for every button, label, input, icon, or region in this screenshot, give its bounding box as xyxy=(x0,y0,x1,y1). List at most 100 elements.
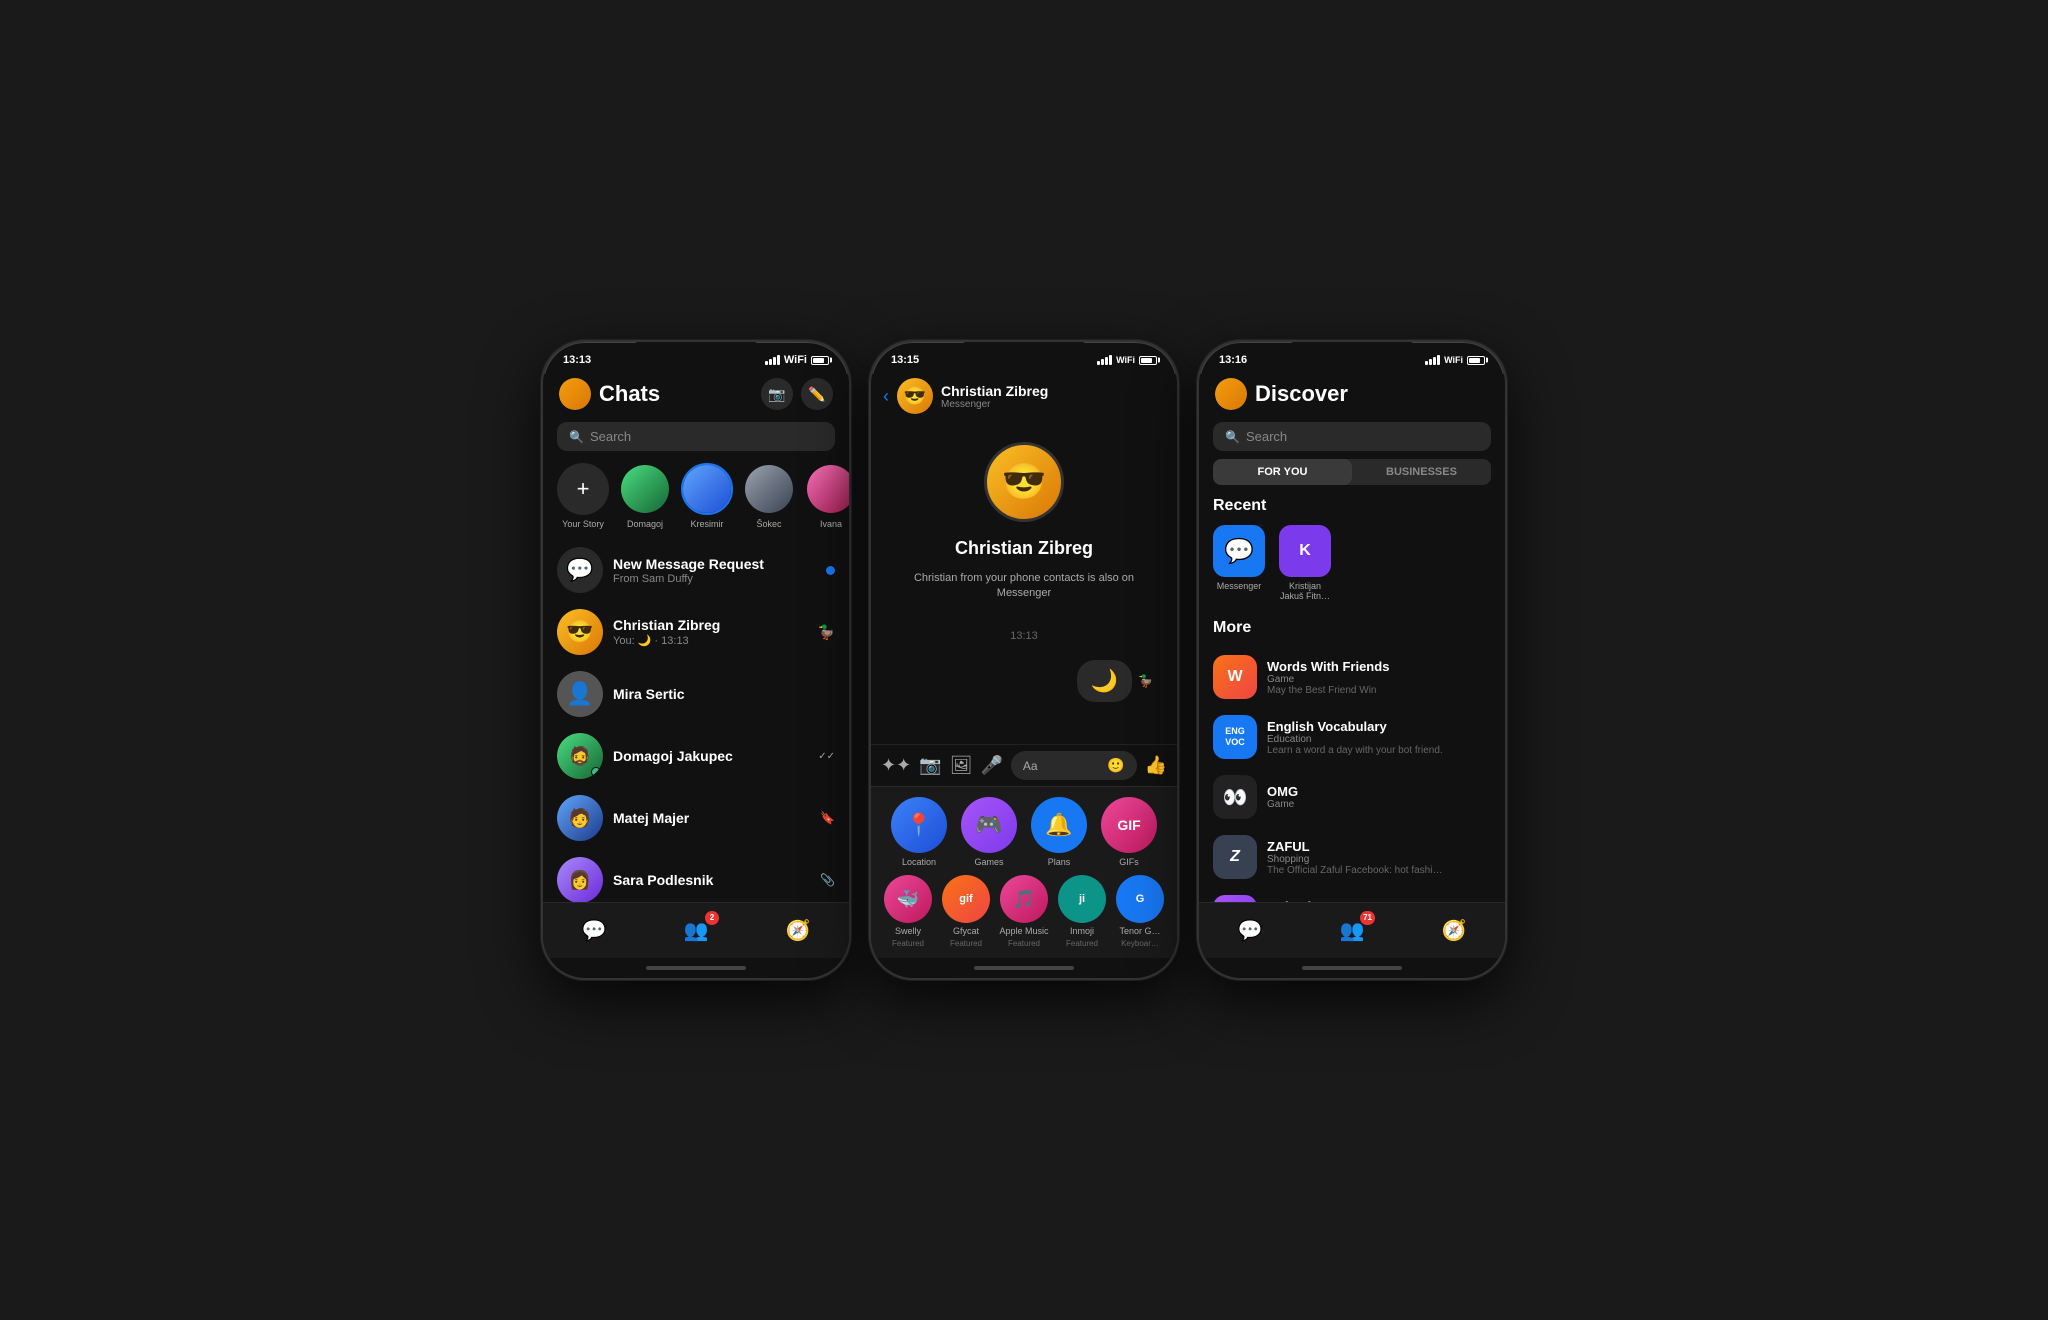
back-button[interactable]: ‹ xyxy=(883,386,889,407)
words-cat: Game xyxy=(1267,674,1491,685)
chat-name-domagoj: Domagoj Jakupec xyxy=(613,748,808,764)
tab-discover-1[interactable]: 🧭 xyxy=(773,911,823,951)
recent-app-messenger[interactable]: 💬 Messenger xyxy=(1213,525,1265,601)
discover-item-english[interactable]: ENGVOC English Vocabulary Education Lear… xyxy=(1199,707,1505,767)
chat-avatar-mira: 👤 xyxy=(557,671,603,717)
story-label-ivana: Ivana xyxy=(820,519,842,529)
sticker-games[interactable]: 🎮 Games xyxy=(957,797,1021,867)
chat-meta-christian: 🦆 xyxy=(818,624,835,641)
sticker-gfycat[interactable]: gif Gfycat Featured xyxy=(939,875,993,948)
image-icon[interactable]: 🖼 xyxy=(950,755,973,776)
tab-chats-3[interactable]: 💬 xyxy=(1225,911,1275,951)
tab-people-icon: 👥 xyxy=(684,918,709,943)
tab-discover-icon-3: 🧭 xyxy=(1442,918,1467,943)
discover-item-words[interactable]: W Words With Friends Game May the Best F… xyxy=(1199,647,1505,707)
search-placeholder-3: Search xyxy=(1246,429,1287,444)
chat-header-avatar[interactable]: 😎 xyxy=(897,378,933,414)
contact-profile-avatar: 😎 xyxy=(984,442,1064,522)
signal-3 xyxy=(1425,355,1440,365)
more-section-header: More xyxy=(1199,615,1505,647)
system-chat-icon: 💬 xyxy=(557,547,603,593)
chat-item-christian[interactable]: 😎 Christian Zibreg You: 🌙 · 13:13 🦆 xyxy=(543,601,849,663)
chat-info-domagoj: Domagoj Jakupec xyxy=(613,748,808,764)
zaful-info: ZAFUL Shopping The Official Zaful Facebo… xyxy=(1267,839,1491,876)
chat-list: 💬 New Message Request From Sam Duffy 😎 xyxy=(543,539,849,902)
tab-people[interactable]: 👥 2 xyxy=(671,911,721,951)
discover-item-quiz[interactable]: Quiz Quiz Planet Game Challenge your fri… xyxy=(1199,887,1505,902)
tab-discover-3[interactable]: 🧭 xyxy=(1429,911,1479,951)
story-kresimir[interactable]: Kresimir xyxy=(681,463,733,529)
story-ivana[interactable]: Ivana xyxy=(805,463,849,529)
sticker-inmoji[interactable]: ji Inmoji Featured xyxy=(1055,875,1109,948)
discover-header: Discover xyxy=(1199,374,1505,418)
toggle-for-you[interactable]: FOR YOU xyxy=(1213,459,1352,485)
words-desc: May the Best Friend Win xyxy=(1267,685,1491,696)
discover-item-zaful[interactable]: Z ZAFUL Shopping The Official Zaful Face… xyxy=(1199,827,1505,887)
gfycat-icon: gif xyxy=(942,875,990,923)
sticker-plans[interactable]: 🔔 Plans xyxy=(1027,797,1091,867)
chat-item-sara[interactable]: 👩 Sara Podlesnik 📎 xyxy=(543,849,849,902)
like-button[interactable]: 👍 xyxy=(1145,755,1167,776)
sticker-tenor[interactable]: G Tenor G… Keyboar… xyxy=(1113,875,1167,948)
camera-icon[interactable]: 📷 xyxy=(919,755,941,776)
sticker-swelly[interactable]: 🐳 Swelly Featured xyxy=(881,875,935,948)
sticker-apple-music[interactable]: 🎵 Apple Music Featured xyxy=(997,875,1051,948)
sticker-gifs[interactable]: GIF GIFs xyxy=(1097,797,1161,867)
signal-bar-3 xyxy=(773,357,776,365)
status-icons-3: WiFi xyxy=(1425,355,1485,365)
english-desc: Learn a word a day with your bot friend. xyxy=(1267,745,1491,756)
chat-name-matej: Matej Majer xyxy=(613,810,810,826)
swelly-label: Swelly xyxy=(895,926,921,936)
search-bar-3[interactable]: 🔍 Search xyxy=(1213,422,1491,451)
compose-button[interactable]: ✏️ xyxy=(801,378,833,410)
message-bubble: 🌙 xyxy=(1077,660,1132,702)
location-label: Location xyxy=(902,857,936,867)
message-input[interactable]: Aa 🙂 xyxy=(1011,751,1137,780)
phone-chat-view: 13:15 WiFi ‹ 😎 Christian Zibreg Mess xyxy=(869,340,1179,980)
effects-icon[interactable]: ✦✦ xyxy=(881,755,911,776)
story-label-sokec: Šokec xyxy=(756,519,781,529)
plans-label: Plans xyxy=(1048,857,1071,867)
chat-view-header: ‹ 😎 Christian Zibreg Messenger xyxy=(871,374,1177,422)
zaful-name: ZAFUL xyxy=(1267,839,1491,854)
english-name: English Vocabulary xyxy=(1267,719,1491,734)
tenor-label: Tenor G… xyxy=(1119,926,1160,936)
sticker-location[interactable]: 📍 Location xyxy=(887,797,951,867)
story-add[interactable]: + Your Story xyxy=(557,463,609,529)
recent-app-kristijan[interactable]: K KristijanJakuš Fitn… xyxy=(1279,525,1331,601)
tab-chats[interactable]: 💬 xyxy=(569,911,619,951)
words-name: Words With Friends xyxy=(1267,659,1491,674)
chat-item-mira[interactable]: 👤 Mira Sertic xyxy=(543,663,849,725)
chat-item-matej[interactable]: 🧑 Matej Majer 🔖 xyxy=(543,787,849,849)
chat-item-domagoj[interactable]: 🧔 Domagoj Jakupec ✓✓ xyxy=(543,725,849,787)
mic-icon[interactable]: 🎤 xyxy=(980,755,1002,776)
story-domagoj[interactable]: Domagoj xyxy=(619,463,671,529)
status-icons-1: WiFi xyxy=(765,354,829,366)
games-icon: 🎮 xyxy=(961,797,1017,853)
emoji-icon[interactable]: 🙂 xyxy=(1107,757,1124,774)
sent-icon: 🦆 xyxy=(1138,674,1153,688)
tab-bar-1: 💬 👥 2 🧭 xyxy=(543,902,849,958)
story-sokec[interactable]: Šokec xyxy=(743,463,795,529)
messenger-app-icon: 💬 xyxy=(1213,525,1265,577)
omg-info: OMG Game xyxy=(1267,784,1491,810)
story-avatar-sokec xyxy=(743,463,795,515)
discover-item-omg[interactable]: 👀 OMG Game xyxy=(1199,767,1505,827)
camera-button[interactable]: 📷 xyxy=(761,378,793,410)
toggle-businesses[interactable]: BUSINESSES xyxy=(1352,459,1491,485)
chat-item-new-request[interactable]: 💬 New Message Request From Sam Duffy xyxy=(543,539,849,601)
chat-info-christian: Christian Zibreg You: 🌙 · 13:13 xyxy=(613,617,808,647)
zaful-cat: Shopping xyxy=(1267,854,1491,865)
words-info: Words With Friends Game May the Best Fri… xyxy=(1267,659,1491,696)
search-bar-1[interactable]: 🔍 Search xyxy=(557,422,835,451)
chat-avatar-domagoj: 🧔 xyxy=(557,733,603,779)
discover-title: Discover xyxy=(1255,381,1489,407)
home-indicator-2 xyxy=(871,958,1177,978)
unread-dot-request xyxy=(826,566,835,575)
story-label-kresimir: Kresimir xyxy=(691,519,724,529)
sticker-row-main: 📍 Location 🎮 Games 🔔 Plans GIF GIFs xyxy=(881,797,1167,867)
chat-preview-request: From Sam Duffy xyxy=(613,573,816,585)
gifs-label: GIFs xyxy=(1119,857,1139,867)
tab-people-3[interactable]: 👥 71 xyxy=(1327,911,1377,951)
tab-people-badge-3: 71 xyxy=(1360,911,1375,925)
